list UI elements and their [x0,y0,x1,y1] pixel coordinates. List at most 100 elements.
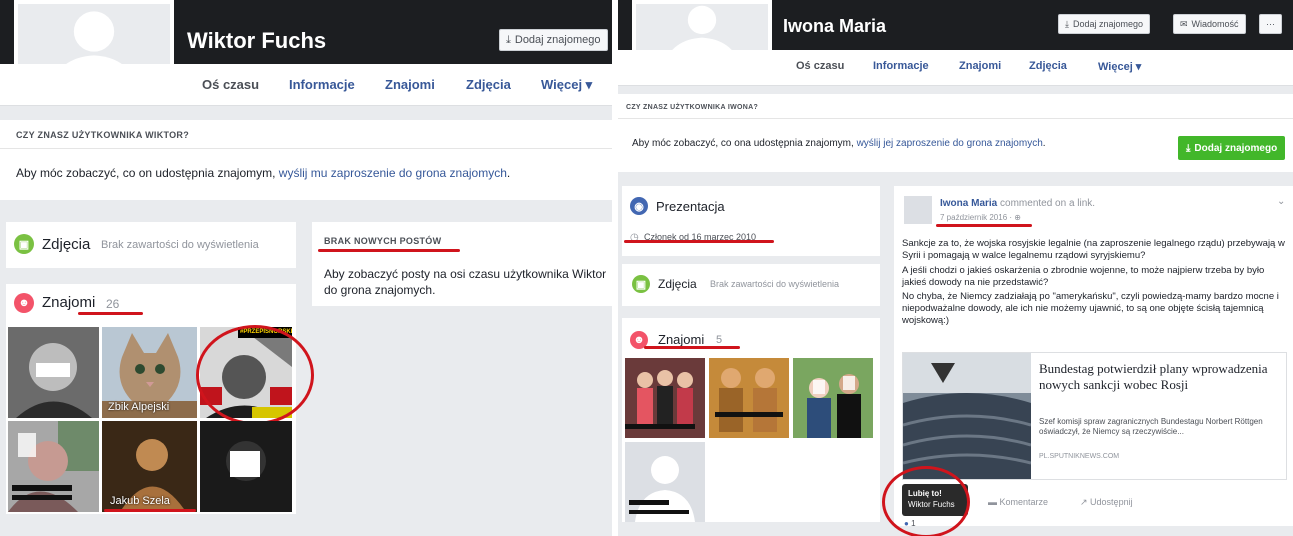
link-preview-image [903,353,1031,479]
censor-bar [715,412,783,417]
post-header: Iwona Maria commented on a link. [940,198,1096,209]
left-profile-panel: Wiktor Fuchs ⤓ Dodaj znajomego Oś czasu … [0,0,612,536]
friend-tile[interactable]: Zbik Alpejski [102,327,197,418]
message-icon: ✉ [1180,18,1188,29]
friends-icon: ☻ [14,293,34,313]
photos-title[interactable]: Zdjęcia [658,277,697,291]
friend-caption: Jakub Szela [110,495,170,507]
censor-box [18,433,36,457]
tab-friends[interactable]: Znajomi [959,60,1001,72]
post-author[interactable]: Iwona Maria [940,198,997,209]
tab-friends[interactable]: Znajomi [385,77,435,92]
add-friend-button[interactable]: ⤓ Dodaj znajomego [1058,14,1151,34]
know-user-text: Aby móc zobaczyć, co on udostępnia znajo… [16,166,511,180]
add-friend-icon: ⤓ [506,33,511,46]
intro-card: ◉ Prezentacja ◷ Członek od 16 marzec 201… [622,186,880,256]
highlight-circle [882,466,970,536]
highlight-underline [104,509,196,512]
profile-tab-bar: Oś czasu Informacje Znajomi Zdjęcia Więc… [0,64,612,106]
add-friend-green-button[interactable]: ⤓ Dodaj znajomego [1178,136,1286,160]
censor-bar [629,500,669,505]
post-paragraph: No chyba, że Niemcy zadziałają po "amery… [902,291,1279,326]
tab-more[interactable]: Więcej ▾ [1098,60,1141,73]
link-preview[interactable]: Bundestag potwierdził plany wprowadzenia… [902,352,1287,480]
chevron-down-icon[interactable]: ⌄ [1277,196,1285,207]
photos-card: ▣ Zdjęcia Brak zawartości do wyświetleni… [6,222,296,268]
divider [0,148,612,149]
know-user-card: CZY ZNASZ UŻYTKOWNIKA WIKTOR? Aby móc zo… [0,120,612,200]
post-date[interactable]: 7 październik 2016 · ⊕ [940,213,1021,222]
post-paragraph: A jeśli chodzi o jakieś oskarżenia o zbr… [902,265,1265,288]
tab-photos[interactable]: Zdjęcia [466,77,511,92]
censor-bar [12,485,72,491]
friend-photo-group [709,358,789,438]
share-icon: ↗ [1080,497,1091,507]
right-profile-panel: Iwona Maria ⤓ Dodaj znajomego ✉ Wiadomoś… [618,0,1293,536]
tab-more[interactable]: Więcej ▾ [541,77,592,93]
no-posts-heading: BRAK NOWYCH POSTÓW [324,236,442,246]
photos-card: ▣ Zdjęcia Brak zawartości do wyświetleni… [622,264,880,306]
censor-bar [12,495,72,500]
photos-empty-text: Brak zawartości do wyświetlenia [101,239,259,251]
add-friend-button[interactable]: ⤓ Dodaj znajomego [499,29,608,51]
friends-title[interactable]: Znajomi [658,332,704,347]
message-button[interactable]: ✉ Wiadomość [1173,14,1246,34]
censor-box [813,380,825,394]
highlight-underline [936,224,1032,227]
profile-tab-bar: Oś czasu Informacje Znajomi Zdjęcia Więc… [618,50,1293,86]
tab-timeline[interactable]: Oś czasu [796,60,844,72]
friend-tile[interactable] [8,327,99,418]
friends-count: 5 [716,334,723,346]
no-posts-card: BRAK NOWYCH POSTÓW Aby zobaczyć posty na… [312,222,612,306]
no-posts-text: Aby zobaczyć posty na osi czasu użytkown… [324,267,607,297]
know-user-text: Aby móc zobaczyć, co ona udostępnia znaj… [632,138,1046,149]
friend-photo-group [793,358,873,438]
profile-name: Iwona Maria [783,16,887,36]
comment-button[interactable]: ▬ Komentarze [988,497,1048,507]
send-request-link[interactable]: wyślij mu zaproszenie do grona znajomych [279,166,507,180]
know-user-card: CZY ZNASZ UŻYTKOWNIKA IWONA? Aby móc zob… [618,94,1293,172]
link-domain: PL.SPUTNIKNEWS.COM [1039,453,1120,460]
send-request-link[interactable]: wyślij jej zaproszenie do grona znajomyc… [857,138,1043,149]
know-user-heading: CZY ZNASZ UŻYTKOWNIKA WIKTOR? [16,130,190,140]
censor-bar [629,510,689,514]
link-title: Bundestag potwierdził plany wprowadzenia… [1039,361,1268,392]
tab-photos[interactable]: Zdjęcia [1029,60,1067,72]
censor-box [230,451,260,477]
more-options-button[interactable]: ··· [1259,14,1282,34]
tab-about[interactable]: Informacje [873,60,929,72]
add-friend-icon: ⤓ [1186,142,1191,154]
profile-name: Wiktor Fuchs [187,28,327,53]
highlight-underline [78,312,143,315]
photos-icon: ▣ [632,275,650,293]
parliament-photo [903,353,1031,479]
friend-tile[interactable] [709,358,789,438]
censor-bar [625,424,695,429]
friend-tile[interactable] [793,358,873,438]
friend-tile[interactable] [625,442,705,522]
tab-timeline[interactable]: Oś czasu [202,77,259,92]
globe-icon: ◉ [630,197,648,215]
post-paragraph: Sankcje za to, że wojska rosyjskie legal… [902,238,1285,261]
censor-box [36,363,70,377]
friends-count: 26 [106,297,120,311]
friend-tile[interactable] [200,421,292,512]
tab-about[interactable]: Informacje [289,77,355,92]
highlight-underline [318,249,460,252]
friend-tile[interactable] [625,358,705,438]
photos-title[interactable]: Zdjęcia [42,236,90,253]
share-button[interactable]: ↗ Udostępnij [1080,497,1133,508]
photos-icon: ▣ [14,234,34,254]
comment-icon: ▬ [988,497,1000,507]
censor-box [843,376,855,390]
know-user-heading: CZY ZNASZ UŻYTKOWNIKA IWONA? [626,104,759,111]
photos-empty-text: Brak zawartości do wyświetlenia [710,279,840,289]
friend-tile[interactable]: Jakub Szela [102,421,197,512]
add-friend-icon: ⤓ [1065,18,1069,29]
post-author-avatar[interactable] [904,196,932,224]
highlight-circle [196,325,314,425]
friends-title[interactable]: Znajomi [42,294,95,311]
divider [618,118,1293,119]
friend-tile[interactable] [8,421,99,512]
link-description: Szef komisji spraw zagranicznych Bundest… [1039,417,1263,436]
